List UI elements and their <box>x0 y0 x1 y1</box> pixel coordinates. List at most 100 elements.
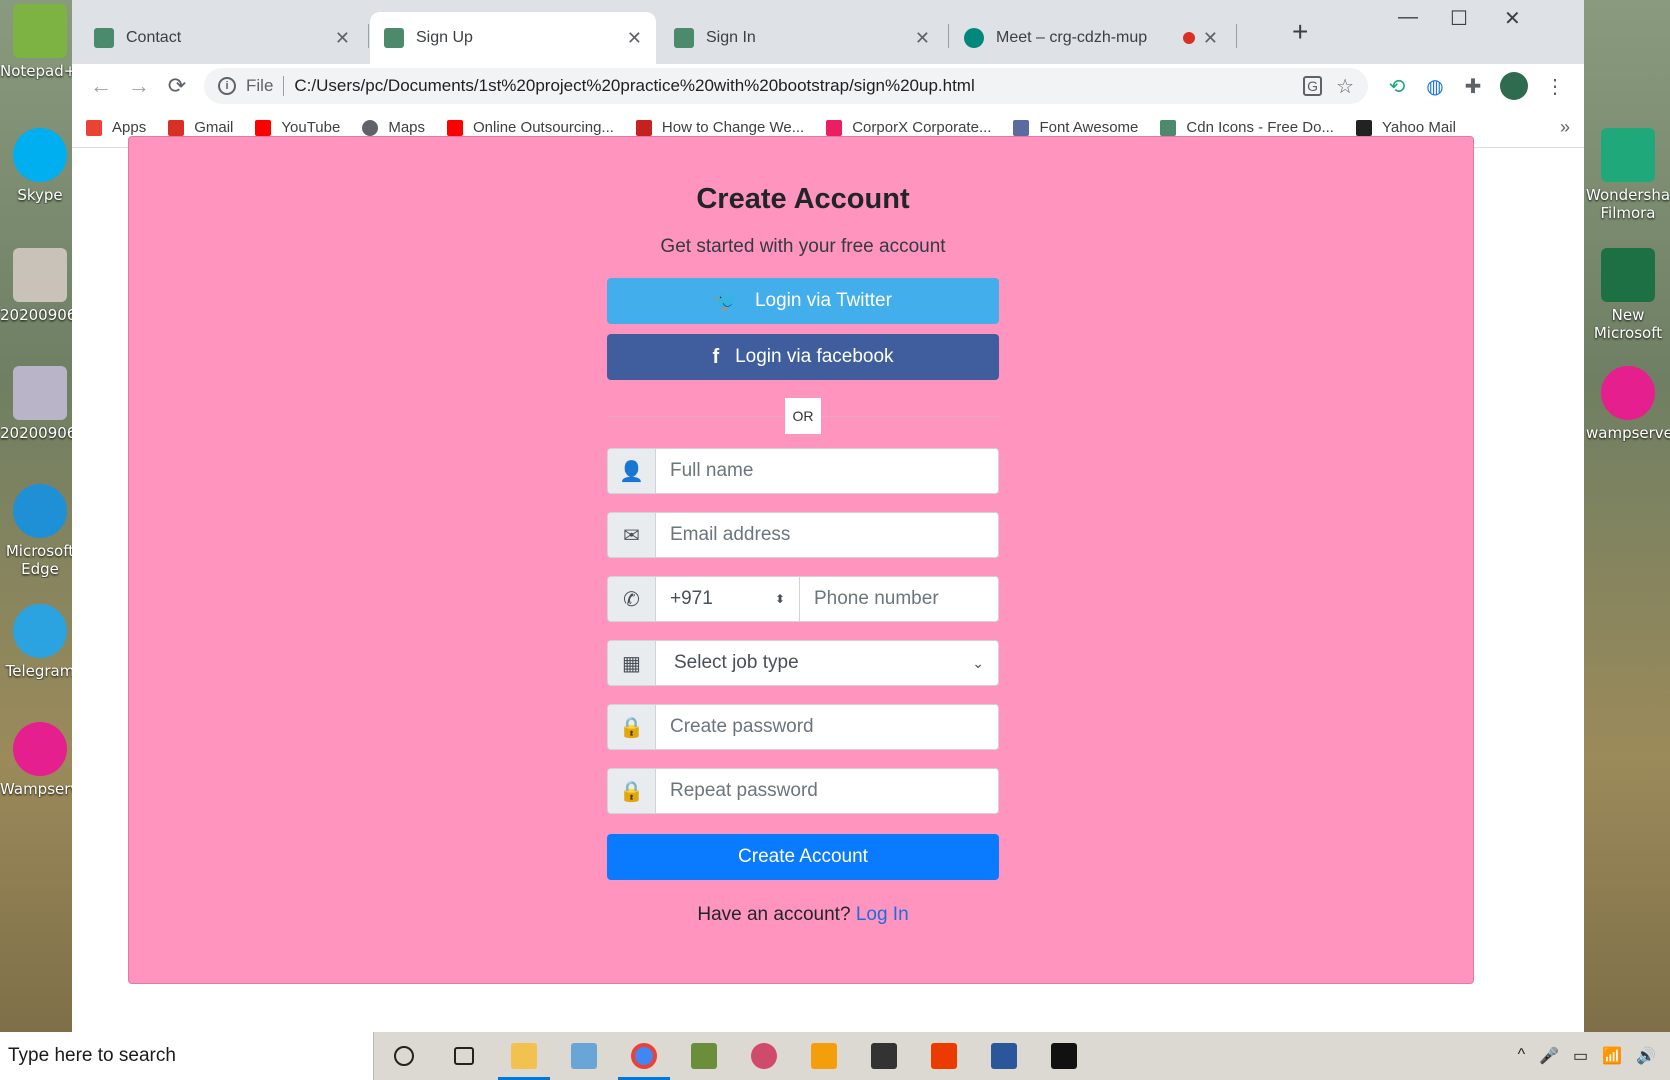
taskbar-app-blue[interactable] <box>554 1032 614 1080</box>
job-type-select[interactable]: Select job type ⌄ <box>656 641 998 685</box>
bookmark-label: How to Change We... <box>661 119 805 136</box>
taskbar-search[interactable]: Type here to search <box>0 1032 374 1080</box>
close-icon[interactable]: ✕ <box>627 28 642 49</box>
extension-refresh-icon[interactable]: ⟲ <box>1378 74 1416 99</box>
desktop-icon-photo-1[interactable]: 20200906_ <box>0 248 80 324</box>
extensions-puzzle-icon[interactable]: ✚ <box>1454 74 1492 99</box>
desktop-icon-edge[interactable]: Microsoft Edge <box>0 484 80 578</box>
bookmark-apps[interactable]: Apps <box>86 119 146 136</box>
tab-sign-up[interactable]: Sign Up ✕ <box>370 12 656 64</box>
taskbar-chrome[interactable] <box>614 1032 674 1080</box>
bookmark-gmail[interactable]: Gmail <box>168 119 233 136</box>
phone-input[interactable] <box>800 577 998 621</box>
desktop-icon-skype[interactable]: Skype <box>0 128 80 204</box>
bookmark-corporx[interactable]: CorporX Corporate... <box>826 119 991 136</box>
bookmark-cdn-icons[interactable]: Cdn Icons - Free Do... <box>1160 119 1334 136</box>
cortana-button[interactable] <box>374 1032 434 1080</box>
taskbar-word[interactable] <box>974 1032 1034 1080</box>
tab-contact[interactable]: Contact ✕ <box>80 12 364 64</box>
create-account-button[interactable]: Create Account <box>607 834 999 880</box>
bookmark-youtube[interactable]: YouTube <box>255 119 340 136</box>
close-icon[interactable]: ✕ <box>915 28 930 49</box>
volume-icon[interactable]: 🔊 <box>1636 1046 1656 1066</box>
page-title: Create Account <box>696 183 910 215</box>
taskbar-intellij[interactable] <box>1034 1032 1094 1080</box>
taskbar-sublime[interactable] <box>794 1032 854 1080</box>
edge-icon <box>13 484 67 538</box>
email-input[interactable] <box>656 513 998 557</box>
maximize-button[interactable]: ☐ <box>1450 6 1468 31</box>
building-icon: ▦ <box>608 641 656 685</box>
tab-title: Sign In <box>706 29 756 46</box>
job-type-group: ▦ Select job type ⌄ <box>607 640 999 686</box>
translate-icon[interactable]: G <box>1303 76 1323 96</box>
extension-github-icon[interactable]: ◍ <box>1416 74 1454 99</box>
sublime-icon <box>811 1043 837 1069</box>
close-icon[interactable]: ✕ <box>1203 28 1218 49</box>
taskbar-snip[interactable] <box>734 1032 794 1080</box>
taskbar-cursor-app[interactable] <box>854 1032 914 1080</box>
filmora-icon <box>1601 128 1655 182</box>
new-tab-button[interactable]: + <box>1292 16 1308 48</box>
forward-button[interactable]: → <box>120 73 158 99</box>
intellij-icon <box>1051 1043 1077 1069</box>
back-button[interactable]: ← <box>82 73 120 99</box>
close-icon[interactable]: ✕ <box>335 28 350 49</box>
microphone-icon[interactable]: 🎤 <box>1539 1046 1559 1066</box>
desktop-icon-label: 20200906_ <box>0 424 80 442</box>
youtube-icon <box>255 119 272 136</box>
favicon-icon <box>94 28 114 48</box>
taskbar-office[interactable] <box>914 1032 974 1080</box>
have-account-label: Have an account? <box>697 904 851 925</box>
desktop-icon-wampserver-right[interactable]: wampserver <box>1586 366 1670 442</box>
bookmarks-overflow-button[interactable]: » <box>1560 117 1570 138</box>
tab-divider <box>948 24 949 48</box>
bookmark-label: Apps <box>112 119 147 136</box>
bookmark-yahoo-mail[interactable]: Yahoo Mail <box>1355 119 1456 136</box>
address-bar[interactable]: i File C:/Users/pc/Documents/1st%20proje… <box>204 68 1368 104</box>
fullname-input[interactable] <box>656 449 998 493</box>
profile-avatar[interactable] <box>1500 72 1528 100</box>
desktop-icon-filmora[interactable]: Wondershare Filmora <box>1586 128 1670 222</box>
sort-arrows-icon: ⬍ <box>774 592 785 606</box>
image-icon <box>13 366 67 420</box>
browser-menu-button[interactable]: ⋮ <box>1536 74 1574 99</box>
phone-icon: ✆ <box>608 577 656 621</box>
taskbar-file-explorer[interactable] <box>494 1032 554 1080</box>
desktop-icon-label: Telegram <box>5 662 75 680</box>
twitter-icon: 🐦 <box>714 290 739 313</box>
password-group: 🔒 <box>607 704 999 750</box>
country-code-select[interactable]: +971 ⬍ <box>656 577 800 621</box>
bookmark-how-to-change[interactable]: How to Change We... <box>635 119 805 136</box>
facebook-login-button[interactable]: f Login via facebook <box>607 334 999 380</box>
url-text[interactable]: C:/Users/pc/Documents/1st%20project%20pr… <box>294 76 1303 96</box>
bookmark-font-awesome[interactable]: Font Awesome <box>1013 119 1138 136</box>
repeat-password-input[interactable] <box>656 769 998 813</box>
desktop-icon-label: New Microsoft <box>1593 306 1663 342</box>
tab-meet[interactable]: Meet – crg-cdzh-mup ✕ <box>950 12 1232 64</box>
login-link[interactable]: Log In <box>856 904 909 925</box>
folder-icon <box>511 1043 537 1069</box>
desktop-icon-excel[interactable]: New Microsoft <box>1586 248 1670 342</box>
desktop-icon-notepad[interactable]: Notepad++ <box>0 4 80 80</box>
desktop-icon-telegram[interactable]: Telegram <box>0 604 80 680</box>
bookmark-star-icon[interactable]: ☆ <box>1336 74 1354 99</box>
info-icon[interactable]: i <box>218 77 236 95</box>
wifi-icon[interactable]: 📶 <box>1602 1046 1622 1066</box>
taskbar-app-green[interactable] <box>674 1032 734 1080</box>
close-window-button[interactable]: ✕ <box>1504 6 1521 31</box>
bookmark-maps[interactable]: Maps <box>362 119 425 136</box>
bookmark-online-outsourcing[interactable]: Online Outsourcing... <box>447 119 614 136</box>
twitter-login-button[interactable]: 🐦 Login via Twitter <box>607 278 999 324</box>
desktop-icon-photo-2[interactable]: 20200906_ <box>0 366 80 442</box>
task-view-button[interactable] <box>434 1032 494 1080</box>
minimize-button[interactable]: — <box>1398 6 1418 29</box>
tab-sign-in[interactable]: Sign In ✕ <box>660 12 944 64</box>
twitter-login-label: Login via Twitter <box>754 290 892 311</box>
wampserver-icon <box>1601 366 1655 420</box>
password-input[interactable] <box>656 705 998 749</box>
battery-icon[interactable]: ▭ <box>1573 1046 1588 1066</box>
tray-overflow-icon[interactable]: ^ <box>1518 1046 1526 1066</box>
reload-button[interactable]: ⟳ <box>158 73 196 99</box>
desktop-icon-wampserver[interactable]: Wampserver <box>0 722 80 798</box>
